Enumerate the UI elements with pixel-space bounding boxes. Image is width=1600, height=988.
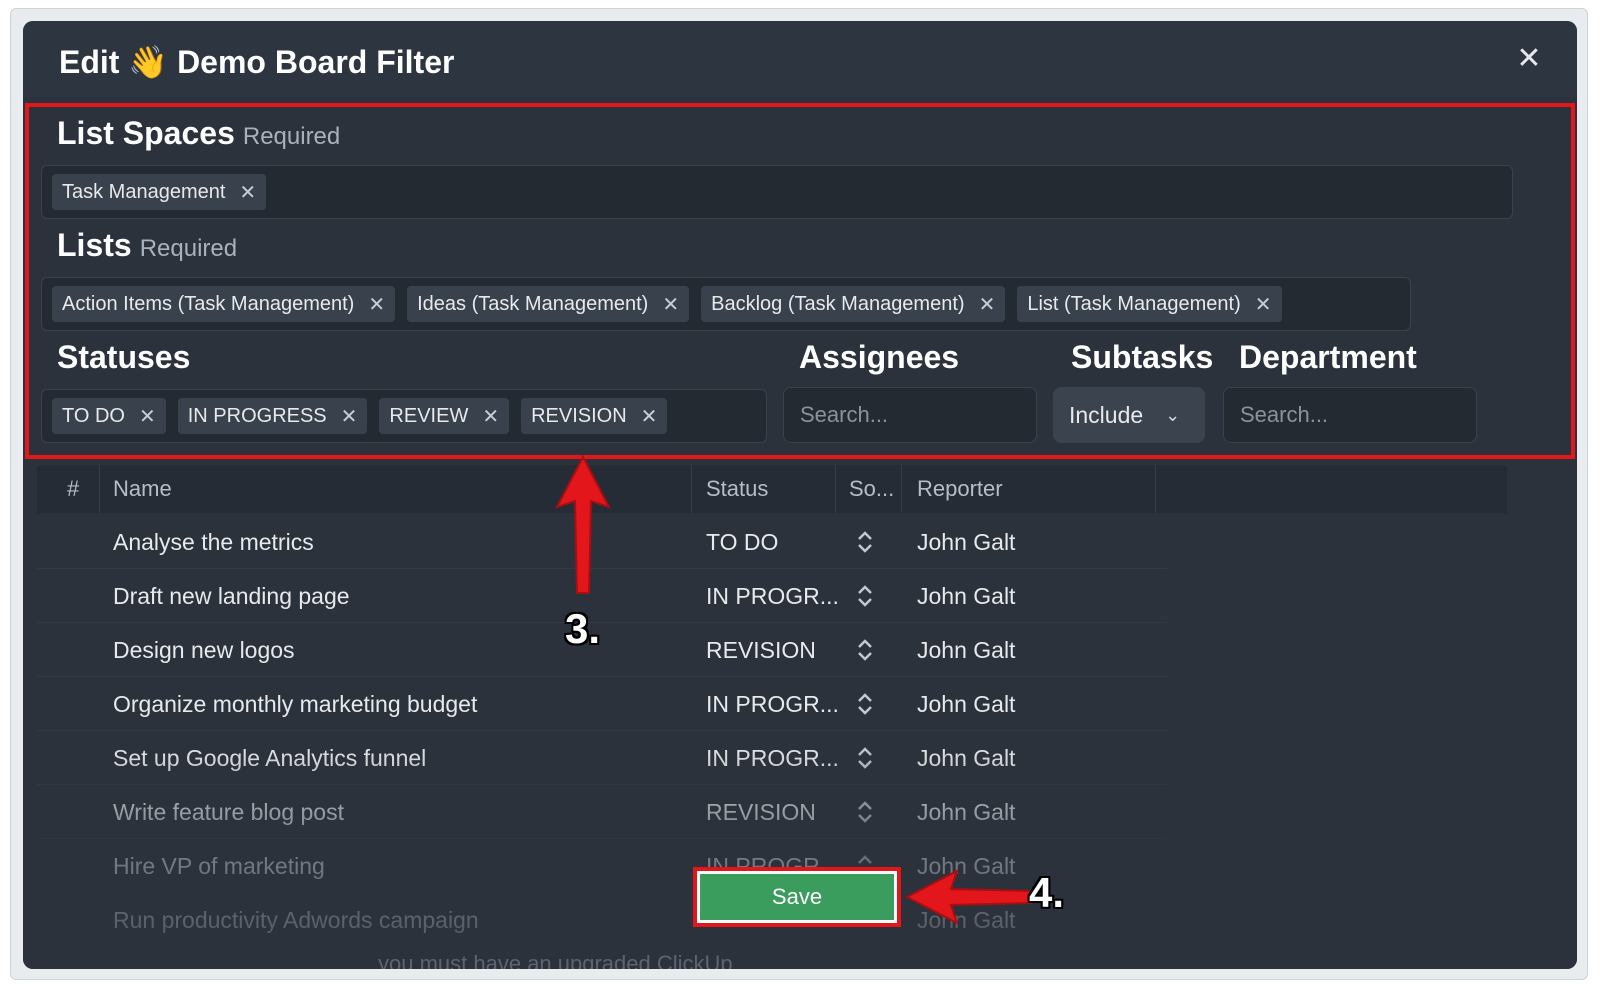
task-name: Run productivity Adwords campaign xyxy=(113,907,479,933)
task-name: Design new logos xyxy=(113,637,295,663)
list-spaces-label: List Spaces xyxy=(57,115,235,151)
task-name: Organize monthly marketing budget xyxy=(113,691,478,717)
upgrade-hint-text: you must have an upgraded ClickUp xyxy=(378,951,733,969)
modal-title: Edit 👋 Demo Board Filter xyxy=(59,44,455,80)
close-icon[interactable]: ✕ xyxy=(1511,41,1547,77)
assignees-search-field[interactable] xyxy=(784,388,1036,442)
sort-arrows-icon[interactable] xyxy=(855,799,875,825)
chip-list: List (Task Management) ✕ xyxy=(1017,286,1282,322)
chip-status: IN PROGRESS ✕ xyxy=(177,398,368,434)
save-button[interactable]: Save xyxy=(700,874,894,920)
remove-chip-icon[interactable]: ✕ xyxy=(979,292,996,317)
chip-status: TO DO ✕ xyxy=(52,398,166,434)
task-name: Draft new landing page xyxy=(113,583,350,609)
chip-list: Action Items (Task Management) ✕ xyxy=(52,286,396,322)
task-status: TO DO xyxy=(706,529,779,555)
remove-chip-icon[interactable]: ✕ xyxy=(641,404,658,429)
statuses-label: Statuses xyxy=(57,339,191,375)
list-spaces-field[interactable]: Task Management ✕ xyxy=(41,165,1513,219)
column-header-number: # xyxy=(67,476,80,501)
modal-header: Edit 👋 Demo Board Filter ✕ xyxy=(23,21,1577,97)
annotation-arrow-left-icon xyxy=(905,868,1032,926)
task-reporter: John Galt xyxy=(917,529,1016,555)
task-status: IN PROGR... xyxy=(706,691,839,717)
department-search-input[interactable] xyxy=(1223,387,1477,443)
remove-chip-icon[interactable]: ✕ xyxy=(482,404,499,429)
remove-chip-icon[interactable]: ✕ xyxy=(239,180,256,205)
annotation-step-4: 4. xyxy=(1029,869,1065,916)
remove-chip-icon[interactable]: ✕ xyxy=(662,292,679,317)
chevron-down-icon: ⌄ xyxy=(1165,404,1181,425)
column-header-sort[interactable]: So... xyxy=(849,465,894,513)
table-row[interactable]: Organize monthly marketing budget IN PRO… xyxy=(37,677,1167,731)
task-name: Analyse the metrics xyxy=(113,529,314,555)
remove-chip-icon[interactable]: ✕ xyxy=(368,292,385,317)
department-label: Department xyxy=(1239,339,1417,375)
subtasks-label: Subtasks xyxy=(1071,339,1214,375)
column-header-name[interactable]: Name xyxy=(113,465,172,513)
save-highlight-box: Save xyxy=(693,867,901,927)
task-reporter: John Galt xyxy=(917,745,1016,771)
task-reporter: John Galt xyxy=(917,583,1016,609)
assignees-label: Assignees xyxy=(799,339,960,375)
screenshot-frame: Edit 👋 Demo Board Filter ✕ List Spaces Re… xyxy=(10,8,1588,980)
table-row[interactable]: Design new logos REVISION John Galt xyxy=(37,623,1167,677)
column-header-reporter[interactable]: Reporter xyxy=(917,465,1003,513)
lists-field[interactable]: Action Items (Task Management) ✕ Ideas (T… xyxy=(41,277,1411,331)
table-header: # Name Status So... Reporter xyxy=(37,465,1507,513)
column-header-status[interactable]: Status xyxy=(706,465,768,513)
list-spaces-required: Required xyxy=(242,123,341,150)
remove-chip-icon[interactable]: ✕ xyxy=(341,404,358,429)
sort-arrows-icon[interactable] xyxy=(855,583,875,609)
sort-arrows-icon[interactable] xyxy=(855,691,875,717)
task-name: Set up Google Analytics funnel xyxy=(113,745,427,771)
remove-chip-icon[interactable]: ✕ xyxy=(1255,292,1272,317)
annotation-arrow-up-icon xyxy=(554,455,612,594)
statuses-field[interactable]: TO DO ✕ IN PROGRESS ✕ REVIEW ✕ REVISION ✕ xyxy=(41,389,767,443)
assignees-search-input[interactable] xyxy=(783,387,1037,443)
sort-arrows-icon[interactable] xyxy=(855,529,875,555)
edit-filter-modal: Edit 👋 Demo Board Filter ✕ List Spaces Re… xyxy=(23,21,1577,969)
department-search-field[interactable] xyxy=(1224,388,1476,442)
subtasks-select[interactable]: Include ⌄ xyxy=(1053,387,1205,443)
table-row[interactable]: Write feature blog post REVISION John Ga… xyxy=(37,785,1167,839)
task-reporter: John Galt xyxy=(917,691,1016,717)
chip-status: REVISION ✕ xyxy=(521,398,668,434)
task-status: REVISION xyxy=(706,799,816,825)
task-name: Write feature blog post xyxy=(113,799,344,825)
task-reporter: John Galt xyxy=(917,799,1016,825)
list-spaces-heading: List Spaces Required xyxy=(57,115,340,152)
task-reporter: John Galt xyxy=(917,637,1016,663)
subtasks-value: Include xyxy=(1069,401,1144,428)
remove-chip-icon[interactable]: ✕ xyxy=(139,404,156,429)
task-name: Hire VP of marketing xyxy=(113,853,325,879)
chip-list-space: Task Management ✕ xyxy=(52,174,267,210)
sort-arrows-icon[interactable] xyxy=(855,745,875,771)
sort-arrows-icon[interactable] xyxy=(855,637,875,663)
lists-label: Lists xyxy=(57,227,132,263)
task-status: REVISION xyxy=(706,637,816,663)
lists-heading: Lists Required xyxy=(57,227,237,264)
table-row[interactable]: Set up Google Analytics funnel IN PROGR.… xyxy=(37,731,1167,785)
annotation-step-3: 3. xyxy=(565,605,601,652)
task-status: IN PROGR... xyxy=(706,745,839,771)
chip-list: Backlog (Task Management) ✕ xyxy=(701,286,1006,322)
lists-required: Required xyxy=(139,235,238,262)
chip-status: REVIEW ✕ xyxy=(379,398,510,434)
task-status: IN PROGR... xyxy=(706,583,839,609)
chip-list: Ideas (Task Management) ✕ xyxy=(407,286,690,322)
